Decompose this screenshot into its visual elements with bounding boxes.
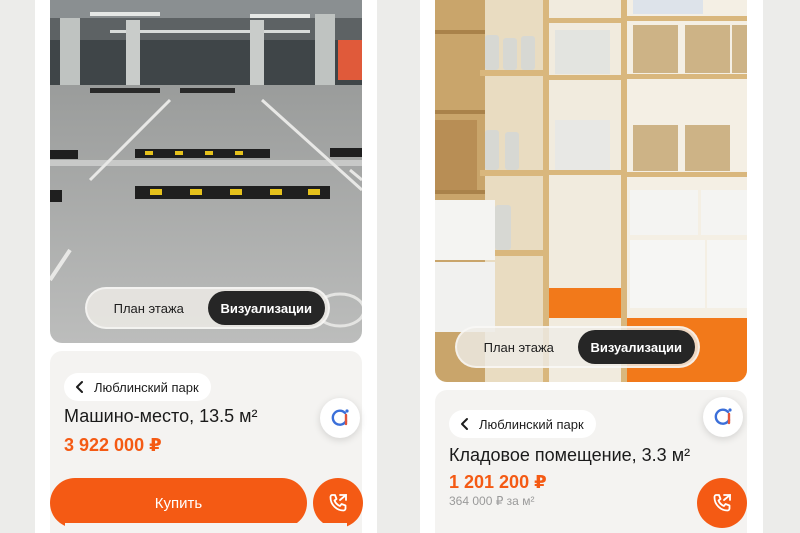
ai-assistant-icon [714, 408, 732, 425]
location-chip[interactable]: Люблинский парк [64, 373, 211, 401]
location-chip-label: Люблинский парк [479, 416, 584, 432]
phone-call-icon [713, 494, 731, 512]
ai-assistant-button[interactable] [320, 398, 360, 438]
storage-room-illustration [435, 0, 747, 382]
storage-room-screen: План этажа Визуализации Люблинский парк … [420, 0, 763, 533]
tab-visualizations[interactable]: Визуализации [577, 330, 695, 364]
call-button[interactable] [697, 478, 747, 528]
storage-photo [435, 0, 747, 382]
listing-title: Кладовое помещение, 3.3 м² [449, 445, 691, 465]
listing-price: 1 201 200 ₽ [449, 472, 547, 492]
price-per-square-meter: 364 000 ₽ за м² [449, 494, 535, 508]
call-button[interactable] [313, 478, 363, 528]
chevron-left-icon [461, 418, 468, 430]
parking-spot-screen: План этажа Визуализации Люблинский парк … [35, 0, 377, 533]
chevron-left-icon [76, 381, 83, 393]
view-mode-switch: План этажа Визуализации [455, 326, 700, 368]
listing-title: Машино-место, 13.5 м² [64, 406, 258, 426]
buy-button[interactable]: Купить [50, 478, 307, 528]
ai-assistant-icon [331, 409, 349, 426]
tab-floor-plan[interactable]: План этажа [90, 291, 208, 325]
location-chip[interactable]: Люблинский парк [449, 410, 596, 438]
ai-assistant-button[interactable] [703, 397, 743, 437]
listing-price: 3 922 000 ₽ [64, 435, 162, 455]
location-chip-label: Люблинский парк [94, 379, 199, 395]
bottom-edge [65, 523, 347, 533]
tab-visualizations[interactable]: Визуализации [207, 291, 325, 325]
phone-call-icon [329, 494, 347, 512]
view-mode-switch: План этажа Визуализации [85, 287, 330, 329]
tab-floor-plan[interactable]: План этажа [460, 330, 578, 364]
